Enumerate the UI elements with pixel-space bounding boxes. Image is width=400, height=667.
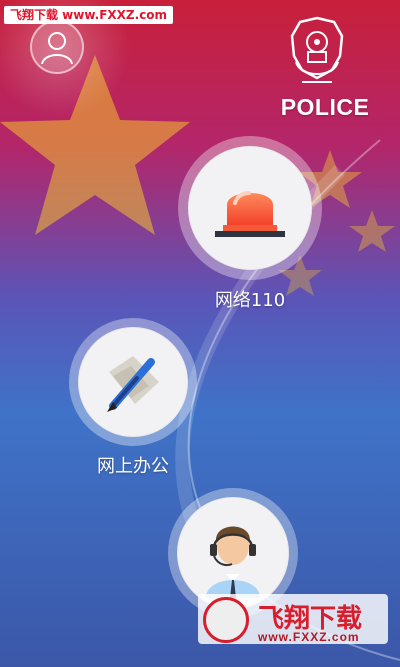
watermark-top: 飞翔下载 www.FXXZ.com	[4, 6, 174, 24]
menu-item-label: 网上办公	[97, 456, 169, 477]
customer-service-icon	[205, 526, 260, 598]
menu-item-label: 网络110	[214, 290, 286, 311]
user-avatar-button[interactable]	[30, 20, 84, 74]
police-emblem-icon	[290, 16, 344, 83]
pen-document-icon	[106, 355, 159, 412]
police-label: POLICE	[280, 94, 370, 120]
flag-star-small-2	[349, 210, 395, 252]
alarm-light-icon	[214, 190, 285, 237]
watermark-logo-icon	[203, 597, 249, 643]
menu-item-online-office[interactable]	[69, 318, 197, 446]
watermark-bottom-url: www.FXXZ.com	[258, 630, 360, 644]
flag-star-large	[0, 55, 190, 235]
menu-item-network-110[interactable]	[178, 136, 322, 280]
user-avatar-icon	[41, 32, 73, 65]
